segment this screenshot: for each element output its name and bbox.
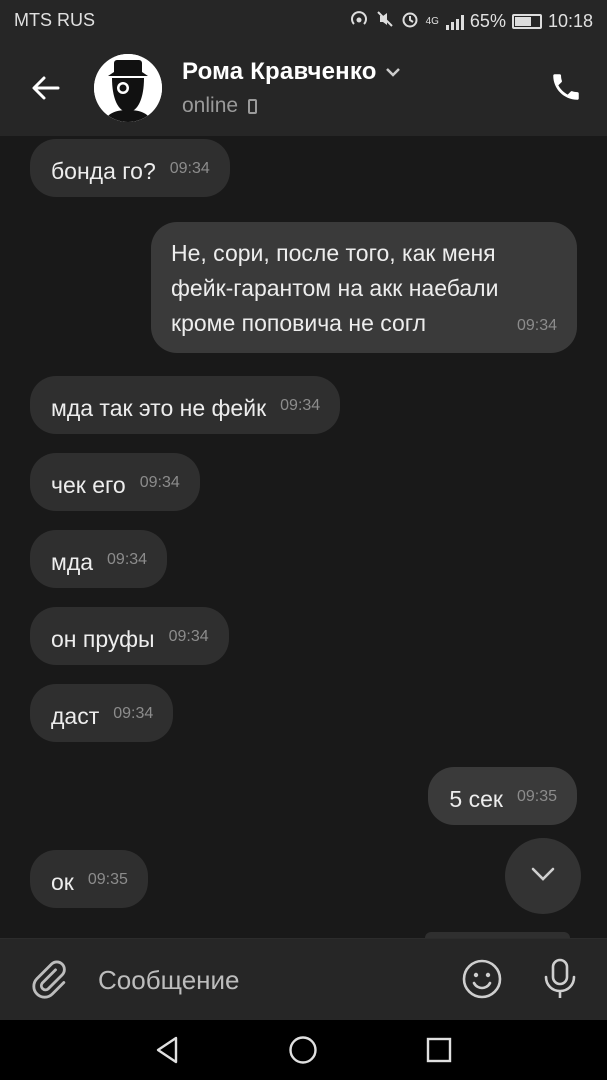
- message-bubble-incoming[interactable]: мда 09:34: [30, 530, 168, 588]
- presence-text: online: [182, 94, 239, 117]
- message-time: 09:34: [113, 705, 154, 722]
- alarm-icon: [401, 10, 419, 33]
- message-time: 09:34: [107, 551, 148, 568]
- message-time: 09:34: [516, 317, 557, 334]
- message-text: мда так это не фейк: [51, 395, 267, 421]
- nav-back-icon[interactable]: [152, 1034, 184, 1066]
- message-bubble-outgoing[interactable]: 5 сек 09:35: [428, 767, 577, 825]
- nav-home-icon[interactable]: [287, 1034, 319, 1066]
- message-text: чек его: [51, 472, 126, 498]
- status-right: 4G 65% 10:18: [349, 10, 593, 33]
- battery-percent: 65%: [469, 11, 506, 31]
- message-time: 09:34: [280, 397, 321, 414]
- message-bubble-incoming[interactable]: мда так это не фейк 09:34: [30, 376, 341, 434]
- message-text: бонда го?: [51, 158, 156, 184]
- message-list[interactable]: бонда го? 09:34 Не, сори, после того, ка…: [0, 136, 607, 938]
- message-text: он пруфы: [51, 626, 155, 652]
- battery-icon: [511, 14, 542, 29]
- microphone-icon[interactable]: [540, 957, 580, 1001]
- message-bubble-incoming[interactable]: ок 09:35: [30, 850, 148, 908]
- signal-icon: [445, 14, 464, 30]
- scroll-down-button[interactable]: [505, 838, 581, 914]
- message-time: 09:35: [87, 871, 128, 888]
- phone-device-icon: [248, 98, 258, 114]
- message-text: мда: [51, 549, 94, 575]
- avatar[interactable]: [94, 54, 162, 122]
- message-text: 5 сек: [449, 786, 503, 812]
- carrier-label: MTS RUS: [14, 10, 95, 30]
- message-input[interactable]: [96, 957, 440, 1003]
- chevron-down-icon[interactable]: [385, 64, 401, 82]
- composer-bar: [0, 938, 607, 1020]
- emoji-icon[interactable]: [460, 957, 504, 1001]
- message-time: 09:35: [516, 788, 557, 805]
- message-bubble-incoming[interactable]: даст 09:34: [30, 684, 174, 742]
- status-icons: 4G: [349, 10, 464, 33]
- network-type-label: 4G: [425, 15, 439, 27]
- hotspot-icon: [349, 10, 369, 33]
- status-bar: MTS RUS 4G 65% 10:18: [0, 0, 607, 42]
- message-bubble-incoming[interactable]: чек его 09:34: [30, 453, 200, 511]
- call-icon[interactable]: [549, 70, 583, 104]
- message-text: Не, сори, после того, как меня фейк-гара…: [171, 240, 499, 336]
- message-time: 09:34: [139, 474, 180, 491]
- mute-icon: [376, 10, 394, 33]
- message-bubble-outgoing[interactable]: Не, сори, после того, как меня фейк-гара…: [151, 222, 577, 353]
- message-bubble-incoming[interactable]: он пруфы 09:34: [30, 607, 229, 665]
- chat-header: Рома Кравченко online: [0, 42, 607, 136]
- message-text: даст: [51, 703, 100, 729]
- message-bubble-incoming[interactable]: бонда го? 09:34: [30, 139, 230, 197]
- presence-status: online: [182, 94, 258, 118]
- contact-name[interactable]: Рома Кравченко: [182, 58, 401, 86]
- nav-recents-icon[interactable]: [423, 1034, 455, 1066]
- message-text: ок: [51, 869, 74, 895]
- battery-fill: [514, 17, 531, 26]
- message-time: 09:34: [169, 160, 210, 177]
- paperclip-icon[interactable]: [28, 959, 68, 999]
- back-arrow-icon[interactable]: [28, 70, 64, 106]
- message-time: 09:34: [168, 628, 209, 645]
- clock: 10:18: [547, 11, 593, 31]
- chevron-down-icon: [530, 866, 556, 887]
- system-nav-bar: [0, 1020, 607, 1080]
- contact-name-text: Рома Кравченко: [182, 58, 377, 85]
